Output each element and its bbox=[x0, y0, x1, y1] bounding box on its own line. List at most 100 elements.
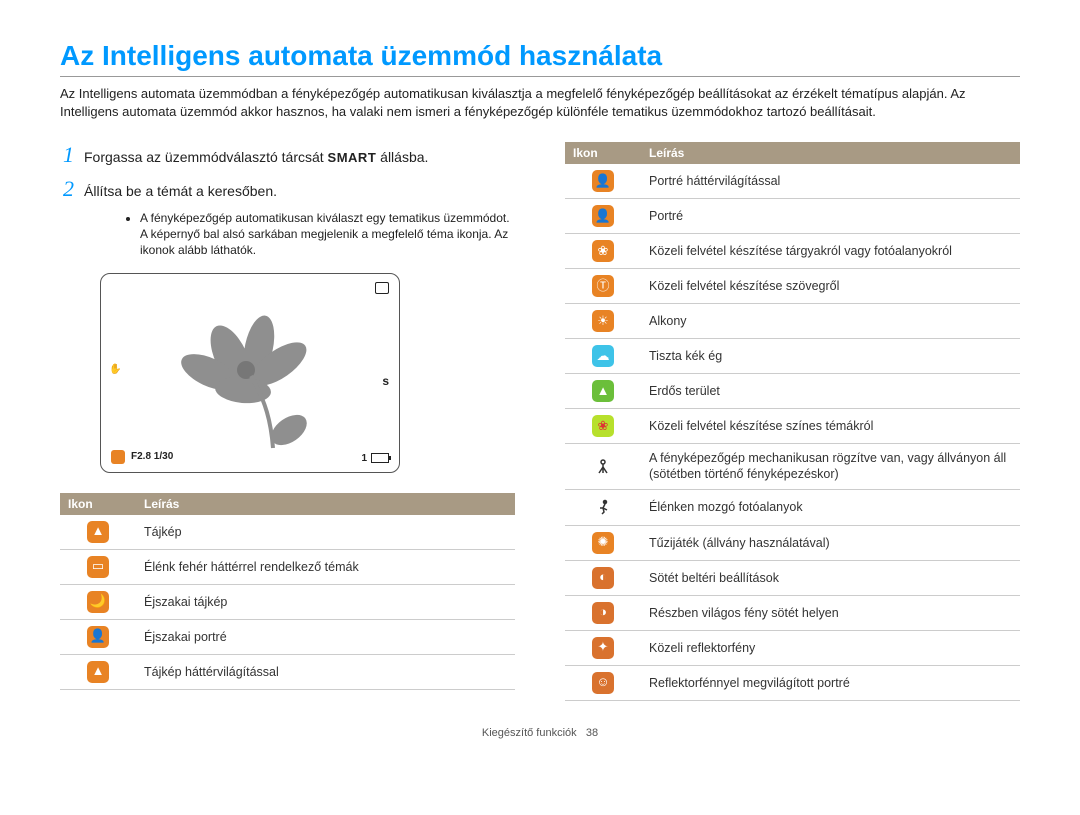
intro-text: Az Intelligens automata üzemmódban a fén… bbox=[60, 85, 1020, 120]
night-landscape-icon: 🌙 bbox=[87, 591, 109, 613]
page-title: Az Intelligens automata üzemmód használa… bbox=[60, 40, 1020, 72]
desc-cell: Tájkép háttérvilágítással bbox=[136, 654, 515, 689]
desc-cell: Közeli felvétel készítése szövegről bbox=[641, 269, 1020, 304]
icon-cell: ▭ bbox=[60, 549, 136, 584]
icon-cell: ❀ bbox=[565, 234, 641, 269]
desc-cell: Sötét beltéri beállítások bbox=[641, 560, 1020, 595]
greenery-icon: ▲ bbox=[592, 380, 614, 402]
macro-color-icon: ❀ bbox=[592, 415, 614, 437]
step-number: 2 bbox=[60, 176, 74, 202]
table-row: ▭ Élénk fehér háttérrel rendelkező témák bbox=[60, 549, 515, 584]
step-number: 1 bbox=[60, 142, 74, 168]
hud-bottom-right: 1 bbox=[361, 453, 389, 464]
two-column-layout: 1 Forgassa az üzemmódválasztó tárcsát SM… bbox=[60, 142, 1020, 701]
icon-table-right: Ikon Leírás 👤 Portré háttérvilágítással 👤 P… bbox=[565, 142, 1020, 701]
night-portrait-icon: 👤 bbox=[87, 626, 109, 648]
manual-page: Az Intelligens automata üzemmód használa… bbox=[0, 0, 1080, 759]
partial-light-icon: ◑ bbox=[592, 602, 614, 624]
icon-table-left: Ikon Leírás ▲Tájkép ▭ Élénk fehér háttérre… bbox=[60, 493, 515, 690]
table-row: ❀Közeli felvétel készítése tárgyakról va… bbox=[565, 234, 1020, 269]
icon-cell: ◑ bbox=[565, 595, 641, 630]
spotlight-portrait-icon: ☺ bbox=[592, 672, 614, 694]
table-row: ☁Tiszta kék ég bbox=[565, 339, 1020, 374]
close-spotlight-icon: ✦ bbox=[592, 637, 614, 659]
desc-cell: Közeli reflektorfény bbox=[641, 630, 1020, 665]
table-row: ◐ Sötét beltéri beállítások bbox=[565, 560, 1020, 595]
desc-cell: Tűzijáték (állvány használatával) bbox=[641, 525, 1020, 560]
camera-lcd: ✋ s F2.8 1/30 1 bbox=[100, 273, 400, 473]
battery-icon bbox=[371, 453, 389, 463]
desc-cell: Éjszakai portré bbox=[136, 619, 515, 654]
blue-sky-icon: ☁ bbox=[592, 345, 614, 367]
desc-cell: Alkony bbox=[641, 304, 1020, 339]
icon-cell: ✦ bbox=[565, 630, 641, 665]
hud-antishake-icon: ✋ bbox=[109, 364, 121, 375]
backlit-landscape-icon: ▲ bbox=[87, 661, 109, 683]
hud-bottom-left: F2.8 1/30 bbox=[111, 450, 173, 464]
icon-cell: ▲ bbox=[565, 374, 641, 409]
step-text: Forgassa az üzemmódválasztó tárcsát SMAR… bbox=[84, 149, 428, 165]
th-desc: Leírás bbox=[136, 493, 515, 515]
white-bg-icon: ▭ bbox=[87, 556, 109, 578]
icon-cell: Ⓣ bbox=[565, 269, 641, 304]
footer-page: 38 bbox=[586, 727, 598, 739]
table-row: 👤 Portré háttérvilágítással bbox=[565, 164, 1020, 199]
macro-text-icon: Ⓣ bbox=[592, 275, 614, 297]
icon-cell: ◐ bbox=[565, 560, 641, 595]
icon-cell bbox=[565, 489, 641, 525]
table-row: 👤 Éjszakai portré bbox=[60, 619, 515, 654]
macro-object-icon: ❀ bbox=[592, 240, 614, 262]
table-row: 🌙 Éjszakai tájkép bbox=[60, 584, 515, 619]
desc-cell: Éjszakai tájkép bbox=[136, 584, 515, 619]
footer-section: Kiegészítő funkciók bbox=[482, 727, 577, 739]
action-icon bbox=[592, 496, 614, 518]
table-row: 👤 Portré bbox=[565, 199, 1020, 234]
table-row: ☀ Alkony bbox=[565, 304, 1020, 339]
desc-cell: Portré bbox=[641, 199, 1020, 234]
step-text-after: állásba. bbox=[380, 149, 428, 165]
th-icon: Ikon bbox=[60, 493, 136, 515]
desc-cell: Reflektorfénnyel megvilágított portré bbox=[641, 665, 1020, 700]
scene-mode-icon bbox=[111, 450, 125, 464]
icon-cell: ☀ bbox=[565, 304, 641, 339]
desc-cell: Portré háttérvilágítással bbox=[641, 164, 1020, 199]
hud-resolution-icon bbox=[375, 282, 389, 297]
icon-cell: 👤 bbox=[60, 619, 136, 654]
dark-indoor-icon: ◐ bbox=[592, 567, 614, 589]
th-desc: Leírás bbox=[641, 142, 1020, 164]
title-rule bbox=[60, 76, 1020, 77]
step-2-bullet: A fényképezőgép automatikusan kiválaszt … bbox=[140, 210, 515, 259]
tripod-icon bbox=[592, 455, 614, 477]
page-footer: Kiegészítő funkciók 38 bbox=[60, 727, 1020, 739]
desc-cell: A fényképezőgép mechanikusan rögzítve va… bbox=[641, 444, 1020, 490]
step-text-before: Forgassa az üzemmódválasztó tárcsát bbox=[84, 149, 328, 165]
mode-dial-label: SMART bbox=[328, 150, 377, 165]
fireworks-icon: ✺ bbox=[592, 532, 614, 554]
lcd-illustration: ✋ s F2.8 1/30 1 bbox=[100, 273, 515, 473]
table-row: ✺ Tűzijáték (állvány használatával) bbox=[565, 525, 1020, 560]
icon-cell: ▲ bbox=[60, 654, 136, 689]
backlit-portrait-icon: 👤 bbox=[592, 170, 614, 192]
table-row: ▲ Tájkép háttérvilágítással bbox=[60, 654, 515, 689]
right-column: Ikon Leírás 👤 Portré háttérvilágítással 👤 P… bbox=[565, 142, 1020, 701]
icon-cell: ▲ bbox=[60, 515, 136, 550]
table-row: ❀Közeli felvétel készítése színes témákr… bbox=[565, 409, 1020, 444]
table-row: ▲Erdős terület bbox=[565, 374, 1020, 409]
desc-cell: Élénken mozgó fotóalanyok bbox=[641, 489, 1020, 525]
desc-cell: Részben világos fény sötét helyen bbox=[641, 595, 1020, 630]
step-1: 1 Forgassa az üzemmódválasztó tárcsát SM… bbox=[60, 142, 515, 168]
desc-cell: Élénk fehér háttérrel rendelkező témák bbox=[136, 549, 515, 584]
table-row: ◑ Részben világos fény sötét helyen bbox=[565, 595, 1020, 630]
table-row: A fényképezőgép mechanikusan rögzítve va… bbox=[565, 444, 1020, 490]
table-row: Ⓣ Közeli felvétel készítése szövegről bbox=[565, 269, 1020, 304]
sunset-icon: ☀ bbox=[592, 310, 614, 332]
portrait-icon: 👤 bbox=[592, 205, 614, 227]
icon-cell: ☺ bbox=[565, 665, 641, 700]
th-icon: Ikon bbox=[565, 142, 641, 164]
step-2-bullets: A fényképezőgép automatikusan kiválaszt … bbox=[100, 210, 515, 259]
table-row: ▲Tájkép bbox=[60, 515, 515, 550]
icon-cell: 🌙 bbox=[60, 584, 136, 619]
hud-frame-counter: 1 bbox=[361, 453, 367, 464]
flower-silhouette-icon bbox=[171, 302, 331, 452]
icon-cell bbox=[565, 444, 641, 490]
